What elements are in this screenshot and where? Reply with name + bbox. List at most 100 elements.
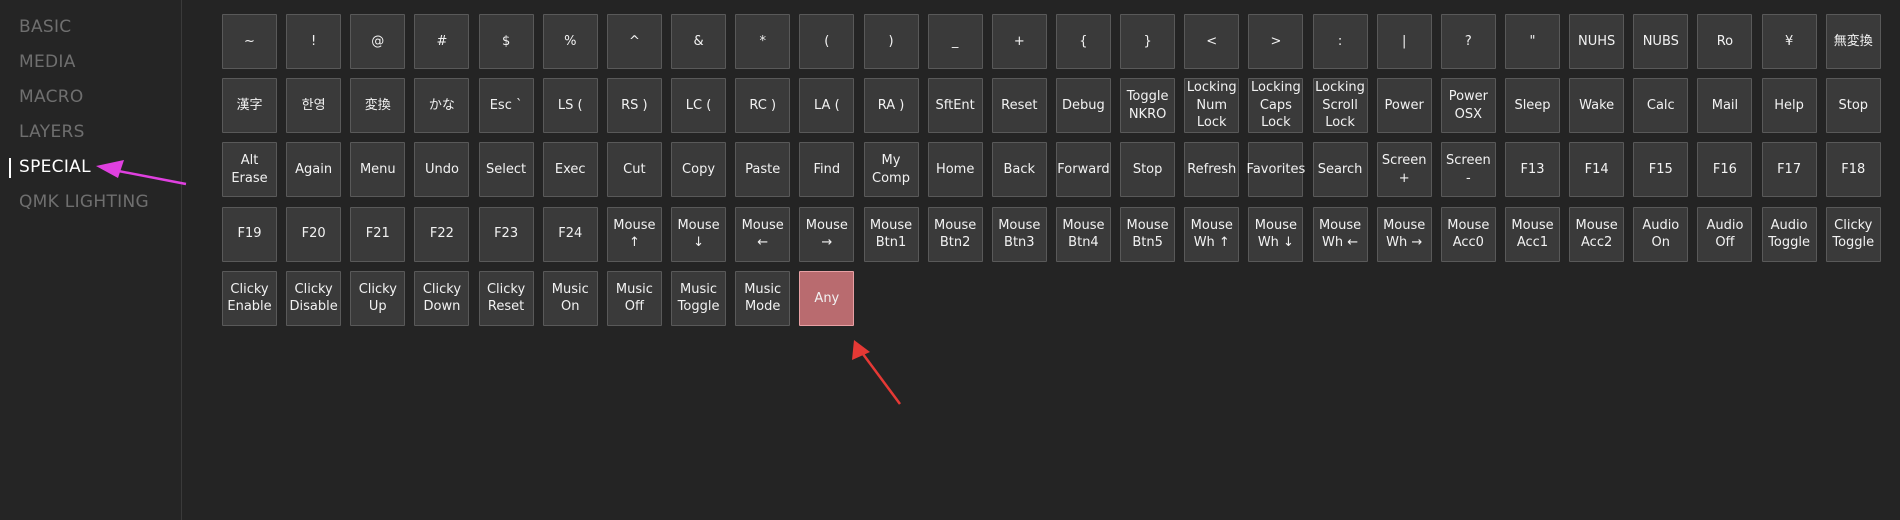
keycode-key[interactable]: $ [478, 14, 534, 69]
keycode-key[interactable]: < [1184, 14, 1240, 69]
keycode-key[interactable]: Exec [542, 142, 598, 198]
keycode-key[interactable]: @ [350, 14, 406, 69]
keycode-key[interactable]: | [1376, 14, 1432, 69]
keycode-key[interactable]: LS ( [542, 78, 598, 134]
keycode-key[interactable]: } [1120, 14, 1176, 69]
keycode-key[interactable]: & [671, 14, 727, 69]
keycode-key[interactable]: F23 [478, 206, 534, 262]
keycode-key[interactable]: Stop [1825, 78, 1881, 134]
keycode-key[interactable]: 変換 [350, 78, 406, 134]
keycode-key[interactable]: RC ) [735, 78, 791, 134]
keycode-key[interactable]: Mouse Wh ↑ [1184, 206, 1240, 262]
keycode-key[interactable]: Music On [542, 270, 598, 326]
keycode-key[interactable]: Locking Num Lock [1184, 78, 1240, 134]
menu-item-basic[interactable]: BASIC [0, 14, 181, 49]
menu-item-qmk-lighting[interactable]: QMK LIGHTING [0, 189, 181, 224]
keycode-key[interactable]: 無変換 [1825, 14, 1881, 69]
keycode-key[interactable]: + [991, 14, 1047, 69]
keycode-key[interactable]: Clicky Toggle [1825, 206, 1881, 262]
keycode-key[interactable]: ? [1440, 14, 1496, 69]
keycode-key[interactable]: Cut [606, 142, 662, 198]
keycode-key[interactable]: F24 [542, 206, 598, 262]
keycode-key[interactable]: Mouse ↑ [606, 206, 662, 262]
keycode-key[interactable]: Audio Toggle [1761, 206, 1817, 262]
keycode-key[interactable]: F18 [1825, 142, 1881, 198]
keycode-key[interactable]: SftEnt [927, 78, 983, 134]
keycode-key[interactable]: Calc [1633, 78, 1689, 134]
keycode-key[interactable]: Esc ` [478, 78, 534, 134]
keycode-key[interactable]: NUHS [1569, 14, 1625, 69]
keycode-key[interactable]: Clicky Down [414, 270, 470, 326]
keycode-key[interactable]: Clicky Disable [286, 270, 342, 326]
keycode-key[interactable]: % [542, 14, 598, 69]
keycode-key[interactable]: ) [863, 14, 919, 69]
keycode-key[interactable]: Mouse Acc0 [1440, 206, 1496, 262]
keycode-key[interactable]: Home [927, 142, 983, 198]
keycode-key[interactable]: " [1505, 14, 1560, 69]
keycode-key[interactable]: Clicky Reset [478, 270, 534, 326]
keycode-key[interactable]: Ro [1697, 14, 1753, 69]
keycode-key[interactable]: Screen - [1440, 142, 1496, 198]
keycode-key[interactable]: Mail [1697, 78, 1753, 134]
keycode-key[interactable]: Mouse → [799, 206, 855, 262]
keycode-key[interactable]: Mouse Btn5 [1120, 206, 1176, 262]
keycode-key[interactable]: ( [799, 14, 855, 69]
keycode-key[interactable]: ~ [222, 14, 277, 69]
keycode-key[interactable]: F22 [414, 206, 470, 262]
keycode-key[interactable]: Clicky Enable [222, 270, 277, 326]
keycode-key[interactable]: F16 [1697, 142, 1753, 198]
keycode-key[interactable]: Mouse Btn4 [1055, 206, 1111, 262]
keycode-key[interactable]: ! [286, 14, 342, 69]
keycode-key[interactable]: Mouse Wh ← [1312, 206, 1368, 262]
keycode-key[interactable]: Select [478, 142, 534, 198]
keycode-key[interactable]: * [735, 14, 791, 69]
menu-item-media[interactable]: MEDIA [0, 49, 181, 84]
keycode-key[interactable]: Mouse Wh ↓ [1248, 206, 1304, 262]
keycode-key[interactable]: 漢字 [222, 78, 277, 134]
keycode-key[interactable]: Audio Off [1697, 206, 1753, 262]
keycode-key[interactable]: Paste [735, 142, 791, 198]
keycode-key[interactable]: Search [1312, 142, 1368, 198]
keycode-key[interactable]: Power [1376, 78, 1432, 134]
keycode-key[interactable]: Sleep [1505, 78, 1560, 134]
keycode-key[interactable]: Locking Caps Lock [1248, 78, 1304, 134]
keycode-key[interactable]: Power OSX [1440, 78, 1496, 134]
keycode-key[interactable]: Mouse ↓ [671, 206, 727, 262]
keycode-key[interactable]: : [1312, 14, 1368, 69]
keycode-key[interactable]: { [1055, 14, 1111, 69]
keycode-key[interactable]: F17 [1761, 142, 1817, 198]
keycode-key[interactable]: LC ( [671, 78, 727, 134]
keycode-key[interactable]: Favorites [1247, 142, 1305, 198]
keycode-key[interactable]: Reset [991, 78, 1047, 134]
keycode-key[interactable]: Alt Erase [222, 142, 277, 198]
keycode-key[interactable]: 한영 [286, 78, 342, 134]
keycode-key[interactable]: F13 [1505, 142, 1560, 198]
keycode-key[interactable]: Clicky Up [350, 270, 406, 326]
keycode-key[interactable]: Debug [1055, 78, 1111, 134]
keycode-key[interactable]: Locking Scroll Lock [1312, 78, 1368, 134]
keycode-key[interactable]: F20 [286, 206, 342, 262]
menu-item-special[interactable]: SPECIAL [0, 154, 181, 189]
keycode-key[interactable]: # [414, 14, 470, 69]
keycode-key[interactable]: Refresh [1184, 142, 1240, 198]
keycode-key[interactable]: Stop [1120, 142, 1176, 198]
keycode-key[interactable]: Mouse Acc2 [1569, 206, 1625, 262]
keycode-key[interactable]: _ [927, 14, 983, 69]
keycode-key[interactable]: Help [1761, 78, 1817, 134]
keycode-key[interactable]: > [1248, 14, 1304, 69]
keycode-key[interactable]: Any [799, 270, 855, 326]
keycode-key[interactable]: RA ) [863, 78, 919, 134]
keycode-key[interactable]: RS ) [606, 78, 662, 134]
keycode-key[interactable]: Audio On [1633, 206, 1689, 262]
keycode-key[interactable]: LA ( [799, 78, 855, 134]
keycode-key[interactable]: F14 [1569, 142, 1625, 198]
keycode-key[interactable]: My Comp [863, 142, 919, 198]
keycode-key[interactable]: F15 [1633, 142, 1689, 198]
keycode-key[interactable]: Mouse ← [735, 206, 791, 262]
keycode-key[interactable]: Forward [1055, 142, 1111, 198]
keycode-key[interactable]: F19 [222, 206, 277, 262]
keycode-key[interactable]: Mouse Btn2 [927, 206, 983, 262]
keycode-key[interactable]: ¥ [1761, 14, 1817, 69]
keycode-key[interactable]: Music Mode [735, 270, 791, 326]
keycode-key[interactable]: Music Off [606, 270, 662, 326]
